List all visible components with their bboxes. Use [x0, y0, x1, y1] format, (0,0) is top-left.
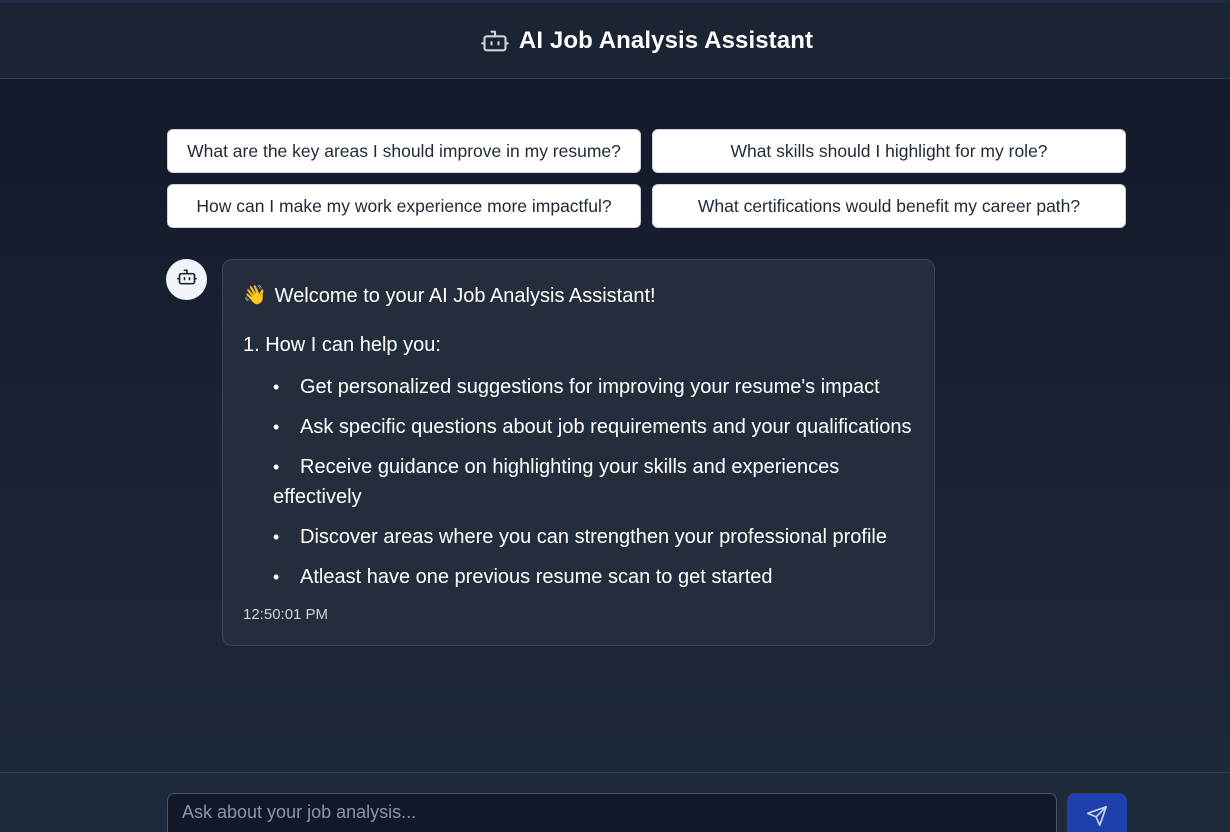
list-item: Get personalized suggestions for improvi… [273, 372, 914, 402]
suggestion-button[interactable]: How can I make my work experience more i… [167, 184, 641, 228]
header-title-group: AI Job Analysis Assistant [481, 27, 813, 55]
send-icon [1086, 805, 1108, 830]
bot-icon [481, 27, 509, 55]
page-title: AI Job Analysis Assistant [518, 26, 814, 54]
suggestion-button[interactable]: What certifications would benefit my car… [652, 184, 1126, 228]
list-item: Discover areas where you can strengthen … [273, 522, 914, 552]
bot-icon [176, 267, 197, 292]
list-item: Atleast have one previous resume scan to… [273, 562, 914, 592]
assistant-avatar [166, 259, 207, 300]
suggestion-grid: What are the key areas I should improve … [167, 129, 1127, 228]
welcome-text: Welcome to your AI Job Analysis Assistan… [274, 285, 656, 307]
suggestion-button[interactable]: What are the key areas I should improve … [167, 129, 641, 173]
wave-emoji-icon: 👋 [243, 285, 267, 306]
send-button[interactable] [1067, 793, 1127, 832]
welcome-heading: 👋 Welcome to your AI Job Analysis Assist… [243, 282, 914, 310]
suggestion-button[interactable]: What skills should I highlight for my ro… [652, 129, 1126, 173]
assistant-message: 👋 Welcome to your AI Job Analysis Assist… [222, 259, 935, 646]
message-timestamp: 12:50:01 PM [243, 606, 329, 623]
app-header: AI Job Analysis Assistant [0, 3, 1230, 79]
list-item: Receive guidance on highlighting your sk… [273, 452, 914, 512]
list-item: Ask specific questions about job require… [273, 412, 914, 442]
help-section-title: 1. How I can help you: [243, 334, 441, 356]
chat-input[interactable] [167, 793, 1057, 832]
help-list: Get personalized suggestions for improvi… [243, 372, 914, 592]
